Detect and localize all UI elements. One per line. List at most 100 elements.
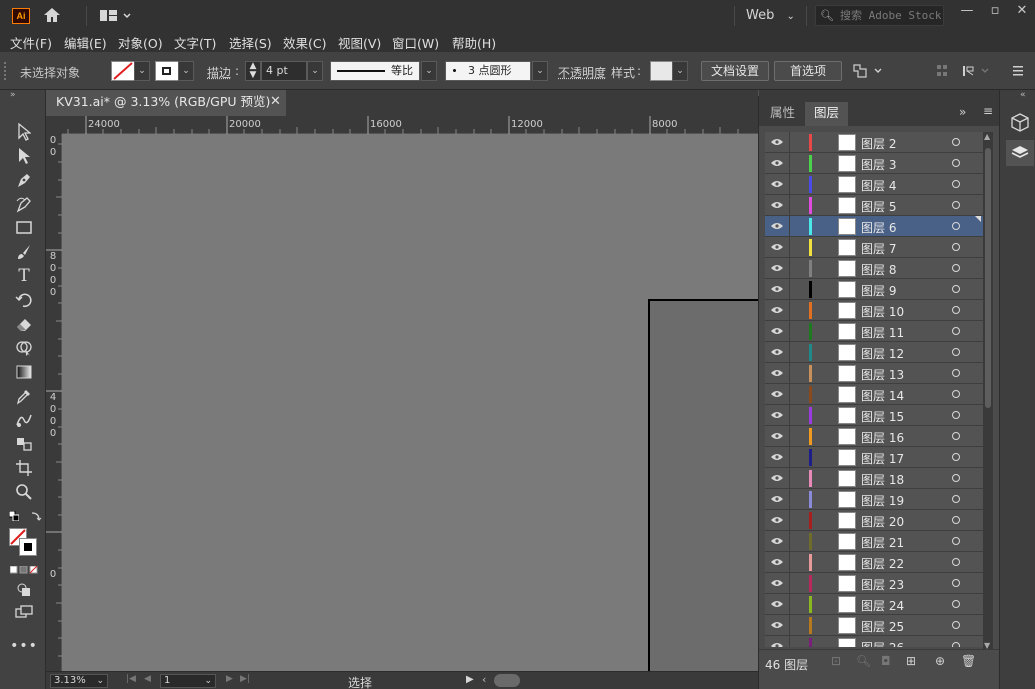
layer-name[interactable]: 图层 8 — [861, 261, 896, 278]
layer-row[interactable]: 图层 11 — [765, 321, 983, 342]
layer-row[interactable]: 图层 5 — [765, 195, 983, 216]
layer-row[interactable]: 图层 7 — [765, 237, 983, 258]
layer-row[interactable]: 图层 3 — [765, 153, 983, 174]
layer-name[interactable]: 图层 20 — [861, 513, 904, 530]
status-menu-icon[interactable]: ▶ — [466, 674, 474, 685]
layer-row[interactable]: 图层 15 — [765, 405, 983, 426]
tab-properties[interactable]: 属性 — [761, 102, 804, 126]
layer-target-icon[interactable] — [952, 348, 960, 356]
direct-selection-tool-icon[interactable] — [12, 146, 36, 166]
stroke-stepper[interactable]: ▲ ▼ — [245, 61, 261, 81]
type-tool-icon[interactable]: T — [12, 266, 36, 286]
visibility-eye-icon[interactable] — [770, 558, 784, 566]
shape-builder-tool-icon[interactable] — [12, 338, 36, 358]
layer-name[interactable]: 图层 23 — [861, 576, 904, 593]
maximize-button[interactable]: ▫ — [982, 2, 1008, 22]
layer-name[interactable]: 图层 25 — [861, 618, 904, 635]
preferences-button[interactable]: 首选项 — [774, 61, 842, 81]
draw-mode-icon[interactable] — [12, 580, 36, 600]
stroke-label[interactable]: 描边 — [207, 64, 231, 81]
layer-row[interactable]: 图层 2 — [765, 132, 983, 153]
layer-row[interactable]: 图层 4 — [765, 174, 983, 195]
scroll-left-icon[interactable]: ‹ — [482, 673, 486, 686]
layer-name[interactable]: 图层 19 — [861, 492, 904, 509]
visibility-eye-icon[interactable] — [770, 495, 784, 503]
selection-tool-icon[interactable] — [12, 122, 36, 142]
layers-panel-icon[interactable] — [1006, 140, 1034, 166]
new-layer-icon[interactable]: ⊕ — [935, 654, 945, 668]
make-clipping-mask-icon[interactable]: ◘ — [881, 654, 891, 668]
visibility-eye-icon[interactable] — [770, 516, 784, 524]
opacity-label[interactable]: 不透明度 — [558, 64, 606, 81]
visibility-eye-icon[interactable] — [770, 474, 784, 482]
layer-target-icon[interactable] — [952, 495, 960, 503]
style-dropdown[interactable]: ⌄ — [672, 61, 688, 81]
layer-target-icon[interactable] — [952, 579, 960, 587]
layer-row[interactable]: 图层 12 — [765, 342, 983, 363]
menu-object[interactable]: 对象(O) — [118, 33, 163, 52]
layer-row[interactable]: 图层 19 — [765, 489, 983, 510]
visibility-eye-icon[interactable] — [770, 369, 784, 377]
layer-row[interactable]: 图层 22 — [765, 552, 983, 573]
transform-icon[interactable] — [962, 64, 992, 78]
layer-target-icon[interactable] — [952, 432, 960, 440]
layer-row[interactable]: 图层 26 — [765, 636, 983, 647]
layer-target-icon[interactable] — [952, 390, 960, 398]
visibility-eye-icon[interactable] — [770, 201, 784, 209]
tab-layers[interactable]: 图层 — [805, 102, 849, 126]
layer-target-icon[interactable] — [952, 201, 960, 209]
layer-target-icon[interactable] — [952, 516, 960, 524]
horizontal-scroll-thumb[interactable] — [494, 674, 520, 687]
layer-target-icon[interactable] — [952, 558, 960, 566]
pen-tool-icon[interactable] — [12, 170, 36, 190]
panel-expand-icon[interactable]: » — [959, 105, 966, 119]
home-icon[interactable] — [42, 6, 62, 27]
next-artboard-icon[interactable]: ▶ — [226, 674, 233, 684]
visibility-eye-icon[interactable] — [770, 180, 784, 188]
layer-row[interactable]: 图层 9 — [765, 279, 983, 300]
menu-view[interactable]: 视图(V) — [338, 33, 381, 52]
collect-for-export-icon[interactable]: ⊡ — [831, 654, 841, 668]
layer-target-icon[interactable] — [952, 642, 960, 647]
document-tab[interactable]: KV31.ai* @ 3.13% (RGB/GPU 预览) ✕ — [46, 90, 286, 116]
previous-artboard-icon[interactable]: ◀ — [144, 674, 151, 684]
panel-options-icon[interactable]: ≡ — [983, 104, 993, 118]
visibility-eye-icon[interactable] — [770, 348, 784, 356]
layer-name[interactable]: 图层 11 — [861, 324, 904, 341]
layer-row[interactable]: 图层 16 — [765, 426, 983, 447]
workspace-switcher[interactable]: Web ⌄ — [746, 8, 795, 23]
stroke-dropdown[interactable]: ⌄ — [178, 61, 194, 81]
layer-row[interactable]: 图层 25 — [765, 615, 983, 636]
layer-name[interactable]: 图层 18 — [861, 471, 904, 488]
visibility-eye-icon[interactable] — [770, 264, 784, 272]
brush-dropdown[interactable]: ⌄ — [532, 61, 548, 81]
menu-effect[interactable]: 效果(C) — [283, 33, 326, 52]
layer-list-scrollbar[interactable]: ▲ ▼ — [983, 132, 993, 650]
layer-row[interactable]: 图层 8 — [765, 258, 983, 279]
visibility-eye-icon[interactable] — [770, 432, 784, 440]
rectangle-tool-icon[interactable] — [12, 218, 36, 238]
menu-type[interactable]: 文字(T) — [174, 33, 216, 52]
layer-target-icon[interactable] — [952, 600, 960, 608]
visibility-eye-icon[interactable] — [770, 243, 784, 251]
properties-panel-icon[interactable] — [1006, 110, 1034, 136]
paintbrush-tool-icon[interactable] — [12, 242, 36, 262]
layer-target-icon[interactable] — [952, 264, 960, 272]
visibility-eye-icon[interactable] — [770, 621, 784, 629]
vertical-ruler[interactable]: 0 0 8 0 0 0 4 0 0 0 0 — [46, 134, 62, 671]
gradient-tool-icon[interactable] — [12, 362, 36, 382]
layer-row[interactable]: 图层 17 — [765, 447, 983, 468]
visibility-eye-icon[interactable] — [770, 642, 784, 647]
arrange-documents-icon[interactable] — [99, 8, 133, 27]
layer-row[interactable]: 图层 14 — [765, 384, 983, 405]
artboard-number-field[interactable]: 1 ⌄ — [160, 674, 216, 688]
visibility-eye-icon[interactable] — [770, 453, 784, 461]
layer-target-icon[interactable] — [952, 621, 960, 629]
document-setup-button[interactable]: 文档设置 — [701, 61, 769, 81]
close-window-button[interactable]: ✕ — [1009, 2, 1035, 22]
layer-target-icon[interactable] — [952, 180, 960, 188]
layer-row[interactable]: 图层 13 — [765, 363, 983, 384]
zoom-field[interactable]: 3.13% ⌄ — [50, 674, 108, 688]
minimize-button[interactable]: — — [954, 2, 980, 22]
visibility-eye-icon[interactable] — [770, 138, 784, 146]
